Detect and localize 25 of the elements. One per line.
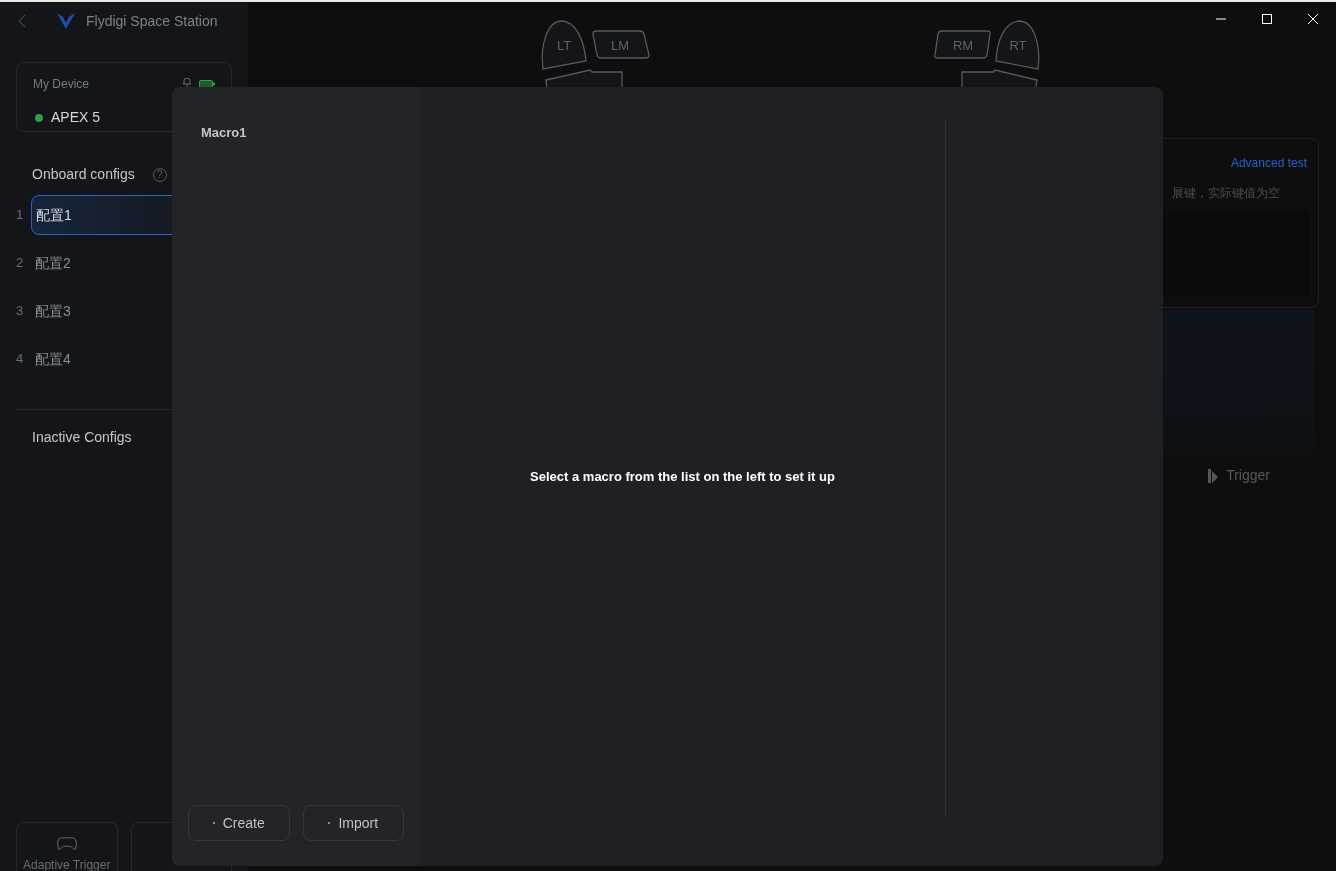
advanced-test-link[interactable]: Advanced test (1230, 154, 1307, 172)
shoulder-button[interactable]: LM (592, 30, 650, 59)
trigger-icon (1208, 468, 1219, 483)
empty-message: Select a macro from the list on the left to set it up (530, 467, 835, 486)
config-index: 2 (16, 254, 25, 273)
shoulder-button[interactable]: RM (934, 30, 991, 59)
shoulder-button[interactable]: LT (541, 20, 587, 70)
logo-icon (56, 12, 76, 30)
close-icon (1307, 13, 1319, 25)
note-text: 展键，实际键值为空 (1172, 185, 1280, 202)
dialog-button[interactable]: Create (188, 805, 290, 841)
mode-label: Adaptive Trigger (23, 859, 111, 871)
config-index: 4 (16, 350, 25, 369)
maximize-icon (1261, 13, 1273, 25)
app-title: Flydigi Space Station (86, 11, 218, 31)
device-label: My Device (33, 76, 89, 93)
shoulder-button[interactable]: RT (995, 20, 1040, 70)
config-index: 3 (16, 302, 25, 321)
config-index: 1 (16, 206, 25, 225)
section-title: Onboard configs (32, 165, 135, 184)
dialog-button[interactable]: Import (302, 805, 404, 841)
gamepad-icon (55, 836, 78, 851)
device-name: APEX 5 (51, 108, 101, 127)
mode-card[interactable]: Adaptive Trigger (16, 822, 118, 871)
back-icon[interactable] (18, 14, 26, 28)
